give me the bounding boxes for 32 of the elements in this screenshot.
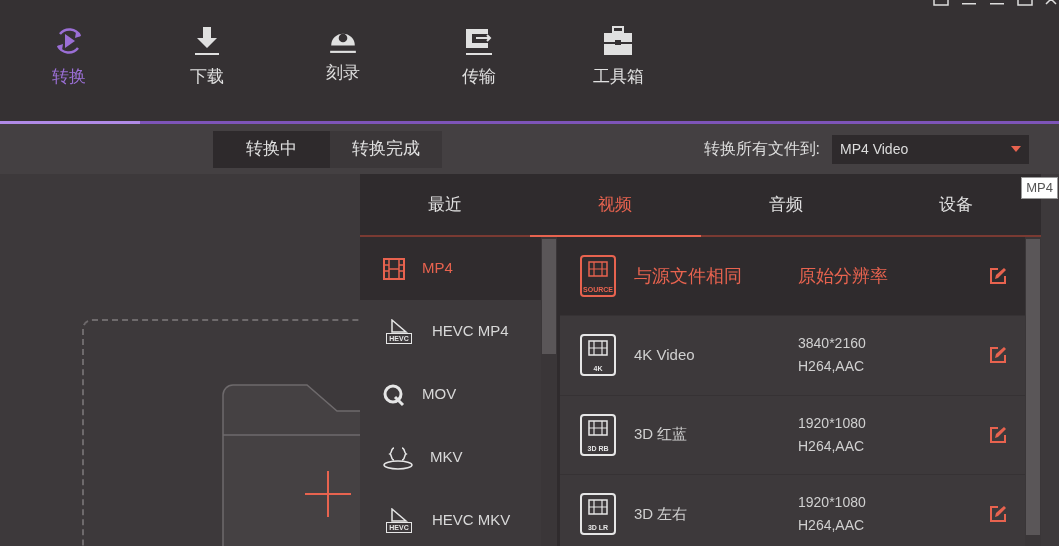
nav-tab[interactable]: 刻录	[308, 0, 378, 86]
nav-tab[interactable]: 工具箱	[580, 0, 656, 90]
resolution-text: 原始分辨率	[798, 264, 888, 288]
nav-tab[interactable]: 转换	[34, 0, 104, 90]
resolution-text: 3840*2160	[798, 334, 866, 354]
format-category-tab[interactable]: 最近	[360, 174, 531, 235]
format-item[interactable]: MKV	[360, 426, 541, 489]
format-category-tab[interactable]: 音频	[700, 174, 871, 235]
output-format-dropdown[interactable]: MP4 Video	[832, 134, 1029, 164]
codec-text: H264,AAC	[798, 357, 866, 377]
resolution-text: 1920*1080	[798, 413, 866, 433]
format-item[interactable]: MOV	[360, 363, 541, 426]
format-item[interactable]: MP4	[360, 237, 541, 300]
edit-icon[interactable]	[989, 346, 1007, 365]
status-tab[interactable]: 转换完成	[330, 130, 442, 168]
toolbox-icon	[601, 24, 635, 58]
edit-icon[interactable]	[989, 504, 1007, 523]
edit-icon[interactable]	[989, 425, 1007, 444]
status-tab[interactable]: 转换中	[213, 130, 330, 168]
scrollbar[interactable]	[1025, 237, 1041, 546]
convert-all-label: 转换所有文件到:	[703, 139, 820, 159]
resolution-text: 1920*1080	[798, 492, 866, 512]
film-icon	[382, 256, 406, 281]
tooltip: MP4	[1021, 177, 1058, 199]
edit-icon[interactable]	[989, 267, 1007, 286]
codec-text: H264,AAC	[798, 436, 866, 456]
nav-tab[interactable]: 下载	[172, 0, 242, 90]
codec-text: H264,AAC	[798, 515, 866, 535]
braces-icon	[382, 444, 414, 471]
q-icon	[382, 382, 406, 407]
caret-icon	[1011, 146, 1021, 152]
nav-tab[interactable]: 传输	[444, 0, 514, 90]
